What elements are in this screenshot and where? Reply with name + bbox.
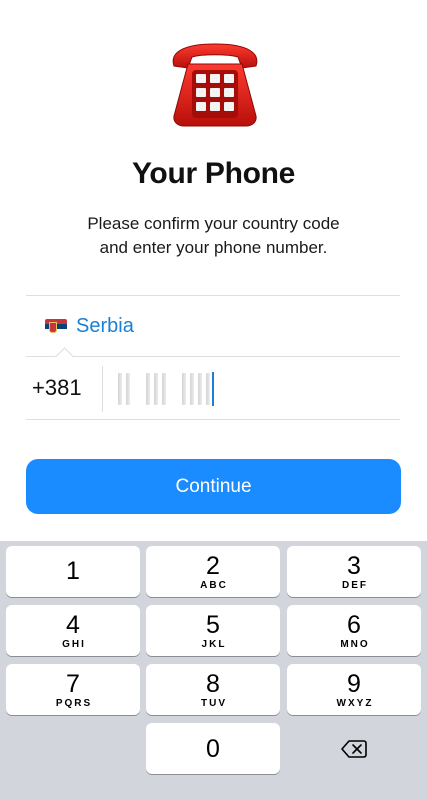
key-6[interactable]: 6 MNO [287,605,421,656]
numeric-keyboard: 1 2 ABC 3 DEF 4 GHI 5 JKL 6 MNO 7 PQRS 8 [0,541,427,800]
instructions-line-2: and enter your phone number. [99,238,328,257]
backspace-icon [341,739,367,758]
continue-button[interactable]: Continue [26,459,401,514]
key-4[interactable]: 4 GHI [6,605,140,656]
divider [26,419,400,420]
key-8[interactable]: 8 TUV [146,664,280,715]
divider [26,356,400,357]
key-7[interactable]: 7 PQRS [6,664,140,715]
key-9[interactable]: 9 WXYZ [287,664,421,715]
country-selector[interactable]: Serbia [26,298,400,355]
red-telephone-icon [172,43,258,127]
serbia-flag-icon [45,318,67,335]
key-1[interactable]: 1 [6,546,140,597]
country-code-field[interactable]: +381 [32,375,82,401]
key-3[interactable]: 3 DEF [287,546,421,597]
divider [26,295,400,296]
key-0[interactable]: 0 [146,723,280,774]
delete-key[interactable] [287,723,421,774]
phone-input-row: +381 [26,358,400,418]
instructions-text: Please confirm your country code and ent… [40,212,387,260]
phone-login-screen: Your Phone Please confirm your country c… [0,0,427,800]
instructions-line-1: Please confirm your country code [87,214,340,233]
key-5[interactable]: 5 JKL [146,605,280,656]
key-2[interactable]: 2 ABC [146,546,280,597]
phone-number-input[interactable] [114,364,278,414]
page-title: Your Phone [131,157,296,190]
field-separator [102,366,103,412]
country-name: Serbia [76,315,134,337]
